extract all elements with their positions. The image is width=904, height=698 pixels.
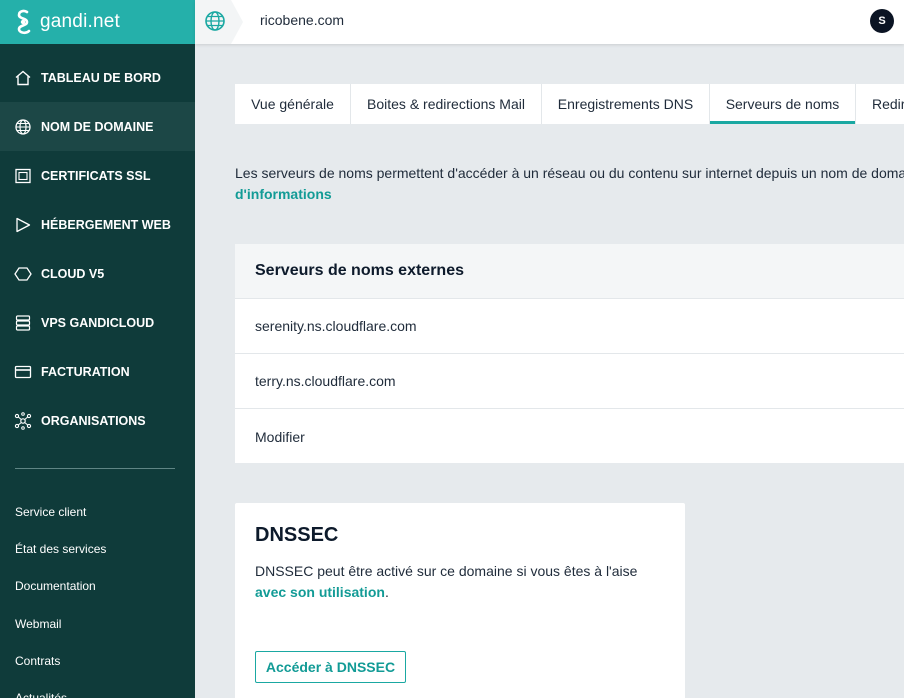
external-nameservers-card: Serveurs de noms externes serenity.ns.cl…: [235, 244, 904, 463]
sidebar-item-label: CLOUD V5: [41, 266, 105, 281]
tab-mail[interactable]: Boites & redirections Mail: [351, 84, 542, 124]
globe-icon: [14, 118, 32, 136]
globe-icon: [205, 11, 225, 31]
sidebar-item-vps[interactable]: VPS GANDICLOUD: [0, 298, 195, 347]
sidebar-item-hosting[interactable]: HÉBERGEMENT WEB: [0, 200, 195, 249]
sidebar-item-label: TABLEAU DE BORD: [41, 70, 161, 85]
server-icon: [14, 314, 32, 332]
nameserver-row: serenity.ns.cloudflare.com: [235, 299, 904, 354]
link-actualites[interactable]: Actualités: [0, 679, 195, 698]
current-domain[interactable]: ricobene.com: [260, 12, 344, 28]
sidebar-item-billing[interactable]: FACTURATION: [0, 347, 195, 396]
dnssec-usage-link[interactable]: avec son utilisation: [255, 584, 385, 600]
hexagon-icon: [14, 265, 32, 283]
tab-web-redirections[interactable]: Redirections web: [856, 84, 904, 124]
sidebar-item-label: NOM DE DOMAINE: [41, 119, 154, 134]
sidebar-item-label: VPS GANDICLOUD: [41, 315, 155, 330]
sidebar-item-label: FACTURATION: [41, 364, 130, 379]
link-webmail[interactable]: Webmail: [0, 605, 195, 642]
gandi-logo-icon: [17, 9, 31, 35]
domain-tabs: Vue générale Boites & redirections Mail …: [235, 84, 904, 124]
link-service-client[interactable]: Service client: [0, 493, 195, 530]
tab-vue-generale[interactable]: Vue générale: [235, 84, 351, 124]
dnssec-card: DNSSEC DNSSEC peut être activé sur ce do…: [235, 503, 685, 698]
certificate-icon: [14, 167, 32, 185]
link-documentation[interactable]: Documentation: [0, 568, 195, 605]
brand-bar[interactable]: gandi.net: [0, 0, 195, 44]
credit-card-icon: [14, 363, 32, 381]
tab-nameservers[interactable]: Serveurs de noms: [710, 84, 856, 124]
modify-nameservers-button[interactable]: Modifier: [235, 409, 904, 464]
sidebar-item-cloud[interactable]: CLOUD V5: [0, 249, 195, 298]
card-title: Serveurs de noms externes: [235, 244, 904, 299]
domain-globe-button[interactable]: [195, 0, 231, 44]
sidebar-item-label: HÉBERGEMENT WEB: [41, 217, 171, 232]
network-icon: [14, 411, 32, 430]
sidebar-item-ssl[interactable]: CERTIFICATS SSL: [0, 151, 195, 200]
dnssec-text-suffix: .: [384, 584, 389, 600]
sidebar-item-label: ORGANISATIONS: [41, 413, 146, 428]
sidebar-item-label: CERTIFICATS SSL: [41, 168, 151, 183]
dnssec-text: DNSSEC peut être activé sur ce domaine s…: [255, 563, 638, 579]
nameservers-intro: Les serveurs de noms permettent d'accéde…: [235, 163, 904, 205]
more-info-link[interactable]: d'informations: [235, 186, 332, 202]
user-avatar[interactable]: S: [870, 9, 894, 33]
tab-dns-records[interactable]: Enregistrements DNS: [542, 84, 710, 124]
link-etat-des-services[interactable]: État des services: [0, 530, 195, 567]
dnssec-description: DNSSEC peut être activé sur ce domaine s…: [255, 561, 665, 603]
breadcrumb-chevron: [231, 0, 243, 44]
access-dnssec-button[interactable]: Accéder à DNSSEC: [255, 651, 406, 683]
sidebar-item-organisations[interactable]: ORGANISATIONS: [0, 396, 195, 445]
sidebar-item-dashboard[interactable]: TABLEAU DE BORD: [0, 53, 195, 102]
sidebar-secondary-links: Service client État des services Documen…: [0, 493, 195, 698]
nameserver-row: terry.ns.cloudflare.com: [235, 354, 904, 409]
play-icon: [14, 216, 32, 234]
home-icon: [14, 69, 32, 87]
sidebar-item-domain[interactable]: NOM DE DOMAINE: [0, 102, 195, 151]
brand-name: gandi.net: [40, 11, 120, 32]
top-header: ricobene.com S: [195, 0, 904, 44]
dnssec-title: DNSSEC: [255, 524, 339, 546]
link-contrats[interactable]: Contrats: [0, 642, 195, 679]
main-nav: TABLEAU DE BORD NOM DE DOMAINE CERTIFICA…: [0, 53, 195, 445]
intro-text: Les serveurs de noms permettent d'accéde…: [235, 165, 904, 181]
sidebar-divider: [15, 468, 175, 469]
sidebar: gandi.net TABLEAU DE BORD NOM DE DOMAINE…: [0, 0, 195, 698]
